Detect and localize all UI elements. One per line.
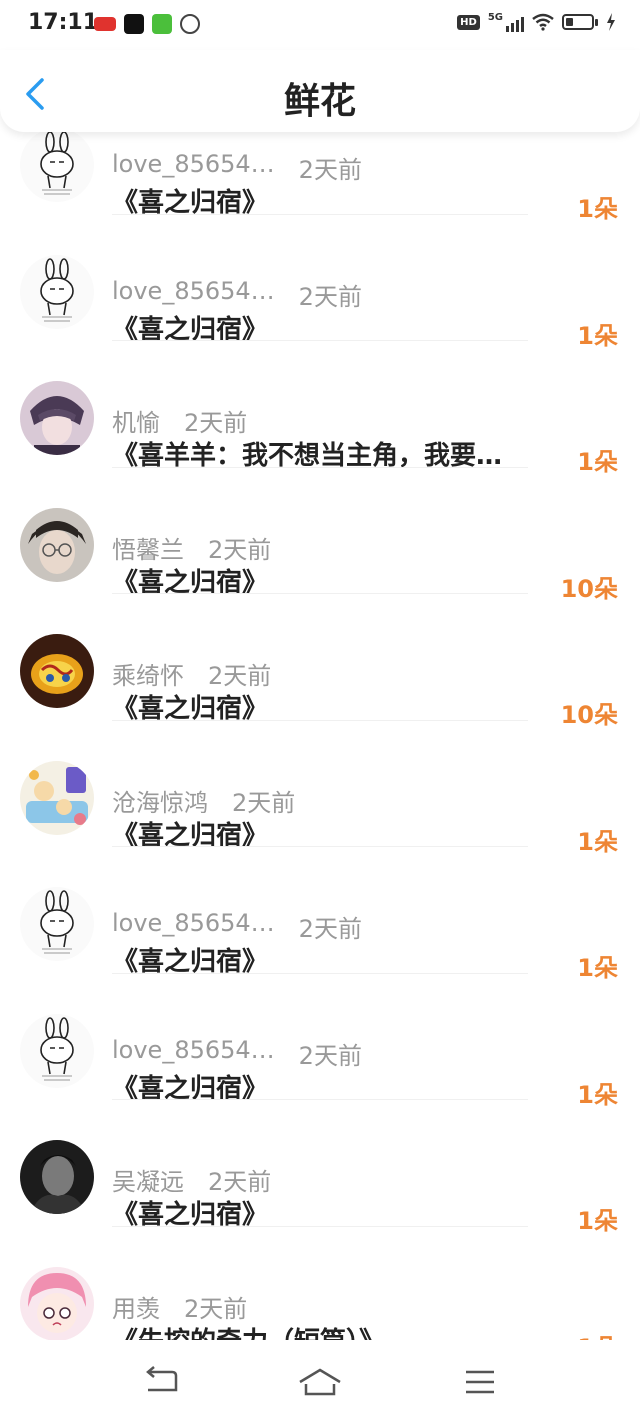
user-name[interactable]: 用羡 [112,1289,160,1324]
status-right: HD 5G [457,12,616,32]
post-time: 2天前 [298,282,362,311]
list-item[interactable]: 沧海惊鸿 2天前 《喜之归宿》 1朵 [0,721,640,856]
charging-icon [607,13,615,31]
menu-nav-icon [466,1370,494,1394]
post-time: 2天前 [298,1041,362,1070]
post-time: 2天前 [298,915,362,943]
gift-list: love_85654… 2天前 《喜之归宿》 1朵 love_85654… 2天… [0,88,640,1362]
user-name[interactable]: 悟馨兰 [112,530,184,565]
page-title: 鲜花 [283,81,356,122]
lantern-avatar[interactable] [20,634,94,708]
post-time: 2天前 [208,535,272,564]
post-time: 2天前 [232,788,296,817]
user-name[interactable]: 乘绮怀 [112,656,184,691]
list-item[interactable]: love_85654… 2天前 《喜之归宿》 1朵 [0,215,640,350]
user-name[interactable]: love_85654… [112,277,275,312]
post-time: 2天前 [184,409,248,437]
user-name[interactable]: love_85654… [112,150,275,185]
nav-menu-button[interactable] [458,1364,502,1400]
signal-icon: 5G [488,12,524,32]
rabbit-avatar[interactable] [20,887,94,961]
list-item[interactable]: love_85654… 2天前 《喜之归宿》 1朵 [0,974,640,1109]
anime-boy-avatar[interactable] [20,381,94,455]
network-label: 5G [487,12,503,23]
user-name[interactable]: 吴凝远 [112,1162,184,1197]
nav-home-button[interactable] [298,1364,342,1400]
user-name[interactable]: love_85654… [112,1036,275,1071]
header: 鲜花 [0,50,640,132]
list-item[interactable]: 吴凝远 2天前 《喜之归宿》 1朵 [0,1100,640,1235]
list-item[interactable]: 机愉 2天前 《喜羊羊：我不想当主角，我要… 1朵 [0,341,640,476]
wifi-icon [532,13,554,31]
pink-girl-avatar[interactable] [20,1266,94,1341]
video-app-icon [152,14,172,34]
wechat-app-icon [180,14,200,34]
status-app-icons [94,14,200,34]
glasses-boy-avatar[interactable] [20,507,94,582]
nav-back-button[interactable] [140,1364,184,1400]
post-time: 2天前 [208,1168,272,1196]
status-time: 17:11 [28,10,99,35]
dark-portrait-avatar[interactable] [20,1140,94,1214]
list-item[interactable]: love_85654… 2天前 《喜之归宿》 1朵 [0,847,640,982]
list-item[interactable]: 悟馨兰 2天前 《喜之归宿》 10朵 [0,468,640,603]
home-nav-icon [299,1368,341,1396]
news-app-icon [94,17,116,31]
post-time: 2天前 [184,1294,248,1323]
tiktok-app-icon [124,14,144,34]
post-time: 2天前 [298,156,362,184]
list-item[interactable]: 乘绮怀 2天前 《喜之归宿》 10朵 [0,594,640,729]
user-name[interactable]: 沧海惊鸿 [112,783,208,818]
status-bar: 17:11 HD 5G [0,0,640,50]
post-time: 2天前 [208,662,272,690]
rabbit-avatar[interactable] [20,1013,94,1088]
battery-icon [562,14,594,30]
list-item[interactable]: 用羡 2天前 《失控的奇力（短篇）》 1朵 [0,1227,640,1362]
hd-badge: HD [457,14,480,30]
rabbit-avatar[interactable] [20,128,94,202]
user-name[interactable]: 机愉 [112,403,160,438]
back-nav-icon [146,1366,178,1392]
user-name[interactable]: love_85654… [112,909,275,944]
cartoon-avatar[interactable] [20,760,94,835]
rabbit-avatar[interactable] [20,254,94,329]
system-nav-bar [0,1340,640,1422]
